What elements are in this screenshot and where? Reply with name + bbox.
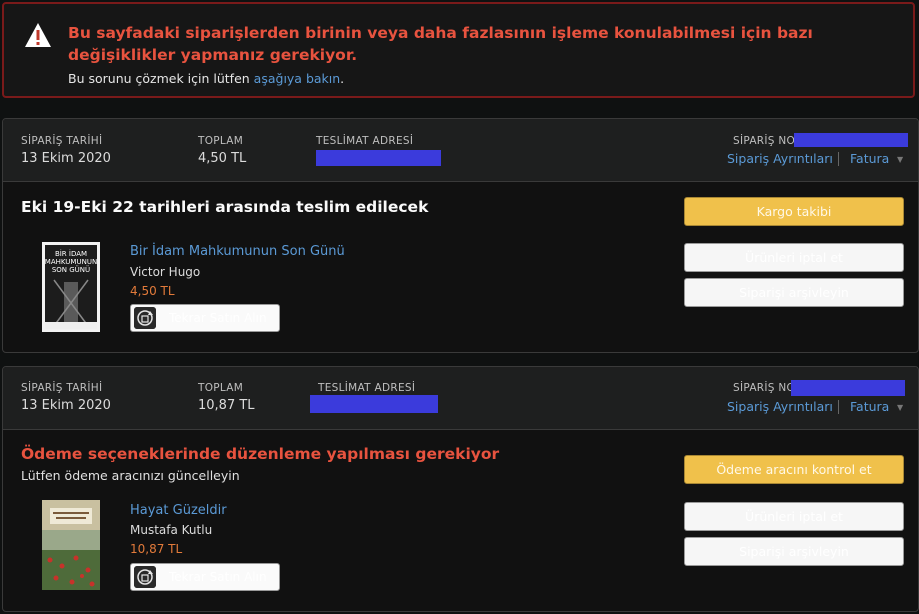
payment-status: Ödeme seçeneklerinde düzenleme yapılması… (21, 445, 500, 463)
chevron-down-icon[interactable]: ▼ (897, 155, 903, 164)
product-author: Mustafa Kutlu (130, 523, 213, 537)
invoice-link[interactable]: Fatura (850, 399, 889, 414)
order-details-link[interactable]: Sipariş Ayrıntıları (727, 151, 833, 166)
see-below-link[interactable]: aşağıya bakın (254, 71, 341, 86)
product-price: 10,87 TL (130, 542, 183, 556)
buy-again-icon (134, 307, 156, 329)
order-total: 4,50 TL (198, 151, 247, 166)
alert-subtext-end: . (340, 71, 345, 86)
shipping-address-label: TESLİMAT ADRESİ (318, 382, 416, 394)
order-date-label: SİPARİŞ TARİHİ (21, 382, 103, 394)
product-title-link[interactable]: Hayat Güzeldir (130, 503, 227, 518)
order-no-redacted (791, 380, 905, 396)
alert-subtext-text: Bu sorunu çözmek için lütfen (68, 71, 254, 86)
product-image[interactable] (42, 500, 100, 590)
order-header: SİPARİŞ TARİHİ 13 Ekim 2020 TOPLAM 4,50 … (3, 119, 918, 182)
order-date-label: SİPARİŞ TARİHİ (21, 135, 103, 147)
order-date: 13 Ekim 2020 (21, 398, 111, 413)
shipping-address-redacted[interactable] (310, 395, 438, 413)
payment-status-subtext: Lütfen ödeme aracınızı güncelleyin (21, 468, 240, 483)
product-title-link[interactable]: Bir İdam Mahkumunun Son Günü (130, 244, 345, 259)
chevron-down-icon[interactable]: ▼ (897, 403, 903, 412)
order-no-redacted (794, 133, 908, 147)
archive-order-button[interactable]: Siparişi arşivleyin (684, 537, 904, 566)
buy-again-icon (134, 566, 156, 588)
total-label: TOPLAM (198, 135, 244, 147)
order-card: SİPARİŞ TARİHİ 13 Ekim 2020 TOPLAM 10,87… (2, 366, 919, 612)
order-header: SİPARİŞ TARİHİ 13 Ekim 2020 TOPLAM 10,87… (3, 367, 918, 430)
order-no-label: SİPARİŞ NO (733, 135, 796, 147)
shipping-address-label: TESLİMAT ADRESİ (316, 135, 414, 147)
order-card: SİPARİŞ TARİHİ 13 Ekim 2020 TOPLAM 4,50 … (2, 118, 919, 353)
alert-banner: Bu sayfadaki siparişlerden birinin veya … (2, 2, 915, 98)
alert-title: Bu sayfadaki siparişlerden birinin veya … (68, 24, 813, 64)
cancel-items-button[interactable]: Ürünleri iptal et (684, 502, 904, 531)
invoice-link[interactable]: Fatura (850, 151, 889, 166)
link-divider (838, 400, 839, 414)
buy-again-button[interactable]: Tekrar Satın Alın (130, 304, 280, 332)
product-price: 4,50 TL (130, 284, 175, 298)
check-payment-button[interactable]: Ödeme aracını kontrol et (684, 455, 904, 484)
buy-again-label: Tekrar Satın Alın (169, 570, 267, 584)
archive-order-button[interactable]: Siparişi arşivleyin (684, 278, 904, 307)
order-total: 10,87 TL (198, 398, 255, 413)
product-image[interactable]: BİR İDAM MAHKUMUNUN SON GÜNÜ (42, 242, 100, 332)
shipping-address-redacted[interactable] (316, 150, 441, 166)
delivery-status: Eki 19-Eki 22 tarihleri arasında teslim … (21, 198, 429, 216)
order-no-label: SİPARİŞ NO (733, 382, 796, 394)
link-divider (838, 152, 839, 166)
track-package-button[interactable]: Kargo takibi (684, 197, 904, 226)
order-details-link[interactable]: Sipariş Ayrıntıları (727, 399, 833, 414)
total-label: TOPLAM (198, 382, 244, 394)
buy-again-button[interactable]: Tekrar Satın Alın (130, 563, 280, 591)
order-date: 13 Ekim 2020 (21, 151, 111, 166)
warning-icon (25, 23, 51, 47)
alert-subtext: Bu sorunu çözmek için lütfen aşağıya bak… (68, 71, 344, 86)
product-author: Victor Hugo (130, 265, 201, 279)
buy-again-label: Tekrar Satın Alın (169, 311, 267, 325)
cancel-items-button[interactable]: Ürünleri iptal et (684, 243, 904, 272)
